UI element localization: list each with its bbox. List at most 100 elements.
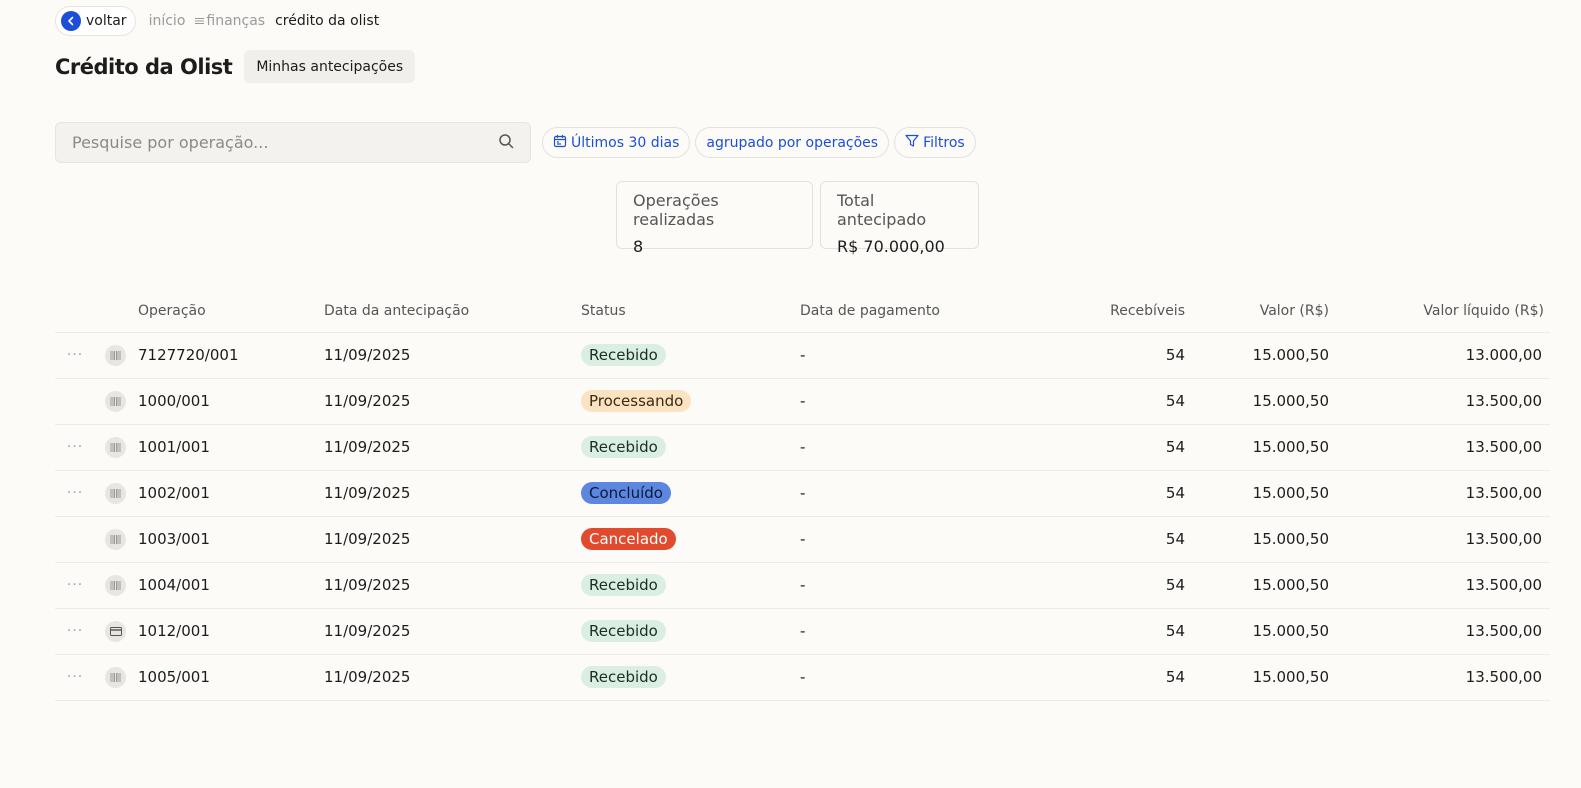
net-value-amount: 13.500,00 <box>1329 608 1550 655</box>
row-menu-button[interactable]: ··· <box>55 470 95 517</box>
row-menu-button[interactable]: ··· <box>55 608 95 655</box>
value-amount: 15.000,50 <box>1185 516 1329 563</box>
filter-bar: Últimos 30 dias agrupado por operações F… <box>542 127 976 158</box>
back-button[interactable]: voltar <box>55 6 136 36</box>
table-row[interactable]: ··· 1012/001 11/09/2025 Recebido -54 15.000,5… <box>55 608 1550 655</box>
value-amount: 15.000,50 <box>1185 608 1329 655</box>
col-net-value[interactable]: Valor líquido (R$) <box>1329 291 1550 333</box>
operations-stat-label: Operações realizadas <box>633 191 719 229</box>
search-bar <box>55 122 531 163</box>
anticipation-date: 11/09/2025 <box>324 378 581 425</box>
anticipation-date: 11/09/2025 <box>324 424 581 471</box>
barcode-icon <box>105 390 126 412</box>
operations-stat-value: 8 <box>633 237 644 256</box>
page-title: Crédito da Olist <box>55 54 233 79</box>
breadcrumb-finance-label: finanças <box>206 13 266 29</box>
value-amount: 15.000,50 <box>1185 562 1329 609</box>
total-stat-card: Total antecipado R$ 70.000,00 <box>820 181 979 256</box>
anticipation-date: 11/09/2025 <box>324 470 581 517</box>
operation-id[interactable]: 1004/001 <box>138 562 324 609</box>
row-menu-button[interactable]: ··· <box>55 424 95 471</box>
payment-date: - <box>800 654 976 701</box>
col-status[interactable]: Status <box>581 291 800 333</box>
status-badge: Concluído <box>581 482 671 504</box>
operation-id[interactable]: 7127720/001 <box>138 332 324 379</box>
anticipation-date: 11/09/2025 <box>324 332 581 379</box>
status-badge: Recebido <box>581 666 666 688</box>
table-row[interactable]: 1003/001 11/09/2025 Cancelado -54 15.000,50 1… <box>55 516 1550 563</box>
status-cell: Recebido <box>581 608 800 655</box>
row-menu-button[interactable] <box>55 516 95 563</box>
search-icon[interactable] <box>498 133 514 153</box>
filters-label: Filtros <box>923 134 965 151</box>
breadcrumb-current: crédito da olist <box>275 13 380 29</box>
net-value-amount: 13.500,00 <box>1329 424 1550 471</box>
menu-lines-icon <box>195 13 205 29</box>
grouping-button[interactable]: agrupado por operações <box>695 127 890 158</box>
value-amount: 15.000,50 <box>1185 332 1329 379</box>
value-amount: 15.000,50 <box>1185 378 1329 425</box>
row-icon-cell <box>95 378 138 425</box>
breadcrumb: início finanças crédito da olist <box>149 13 380 29</box>
operation-id[interactable]: 1005/001 <box>138 654 324 701</box>
row-icon-cell <box>95 654 138 701</box>
status-cell: Recebido <box>581 562 800 609</box>
row-menu-button[interactable]: ··· <box>55 654 95 701</box>
table-row[interactable]: ··· 1002/001 11/09/2025 Concluído -54 15.000,… <box>55 470 1550 517</box>
search-input[interactable] <box>72 133 498 152</box>
row-icon-cell <box>95 470 138 517</box>
net-value-amount: 13.500,00 <box>1329 562 1550 609</box>
row-menu-button[interactable]: ··· <box>55 562 95 609</box>
top-navigation: voltar início finanças crédito da olist <box>55 6 379 36</box>
table-row[interactable]: ··· 7127720/001 11/09/2025 Recebido -54 15.00… <box>55 332 1550 379</box>
col-actions <box>55 291 95 333</box>
status-cell: Concluído <box>581 470 800 517</box>
net-value-amount: 13.000,00 <box>1329 332 1550 379</box>
breadcrumb-finance[interactable]: finanças <box>195 13 265 29</box>
status-badge: Processando <box>581 390 692 412</box>
col-icon <box>95 291 138 333</box>
operation-id[interactable]: 1012/001 <box>138 608 324 655</box>
col-payment-date[interactable]: Data de pagamento <box>800 291 976 333</box>
period-filter-button[interactable]: Últimos 30 dias <box>542 127 691 158</box>
col-value[interactable]: Valor (R$) <box>1185 291 1329 333</box>
operation-id[interactable]: 1001/001 <box>138 424 324 471</box>
period-filter-label: Últimos 30 dias <box>571 134 680 151</box>
row-menu-button[interactable]: ··· <box>55 332 95 379</box>
status-cell: Recebido <box>581 424 800 471</box>
receivables-count: 54 <box>976 608 1185 655</box>
table-header: Operação Data da antecipação Status Data… <box>55 291 1550 333</box>
table-row[interactable]: ··· 1001/001 11/09/2025 Recebido -54 15.000,5… <box>55 424 1550 471</box>
anticipation-date: 11/09/2025 <box>324 562 581 609</box>
filters-button[interactable]: Filtros <box>894 127 976 158</box>
table-row[interactable]: ··· 1004/001 11/09/2025 Recebido -54 15.000,5… <box>55 562 1550 609</box>
table-row[interactable]: 1000/001 11/09/2025 Processando -54 15.000,5… <box>55 378 1550 425</box>
col-operation[interactable]: Operação <box>138 291 324 333</box>
operation-id[interactable]: 1003/001 <box>138 516 324 563</box>
payment-date: - <box>800 332 976 379</box>
row-icon-cell <box>95 562 138 609</box>
row-icon-cell <box>95 516 138 563</box>
funnel-icon <box>905 134 919 152</box>
tab-minhas-antecipacoes[interactable]: Minhas antecipações <box>244 50 416 83</box>
payment-date: - <box>800 470 976 517</box>
row-menu-button[interactable] <box>55 378 95 425</box>
receivables-count: 54 <box>976 378 1185 425</box>
chevron-left-icon <box>61 11 81 31</box>
col-receivables[interactable]: Recebíveis <box>976 291 1185 333</box>
operation-id[interactable]: 1000/001 <box>138 378 324 425</box>
breadcrumb-home[interactable]: início <box>149 13 186 29</box>
status-badge: Recebido <box>581 436 666 458</box>
status-cell: Recebido <box>581 654 800 701</box>
payment-date: - <box>800 378 976 425</box>
status-badge: Recebido <box>581 574 666 596</box>
anticipation-date: 11/09/2025 <box>324 654 581 701</box>
receivables-count: 54 <box>976 516 1185 563</box>
row-icon-cell <box>95 424 138 471</box>
status-badge: Cancelado <box>581 528 676 550</box>
net-value-amount: 13.500,00 <box>1329 516 1550 563</box>
col-anticipation-date[interactable]: Data da antecipação <box>324 291 581 333</box>
table-row[interactable]: ··· 1005/001 11/09/2025 Recebido -54 15.000,5… <box>55 654 1550 701</box>
operation-id[interactable]: 1002/001 <box>138 470 324 517</box>
anticipation-date: 11/09/2025 <box>324 516 581 563</box>
